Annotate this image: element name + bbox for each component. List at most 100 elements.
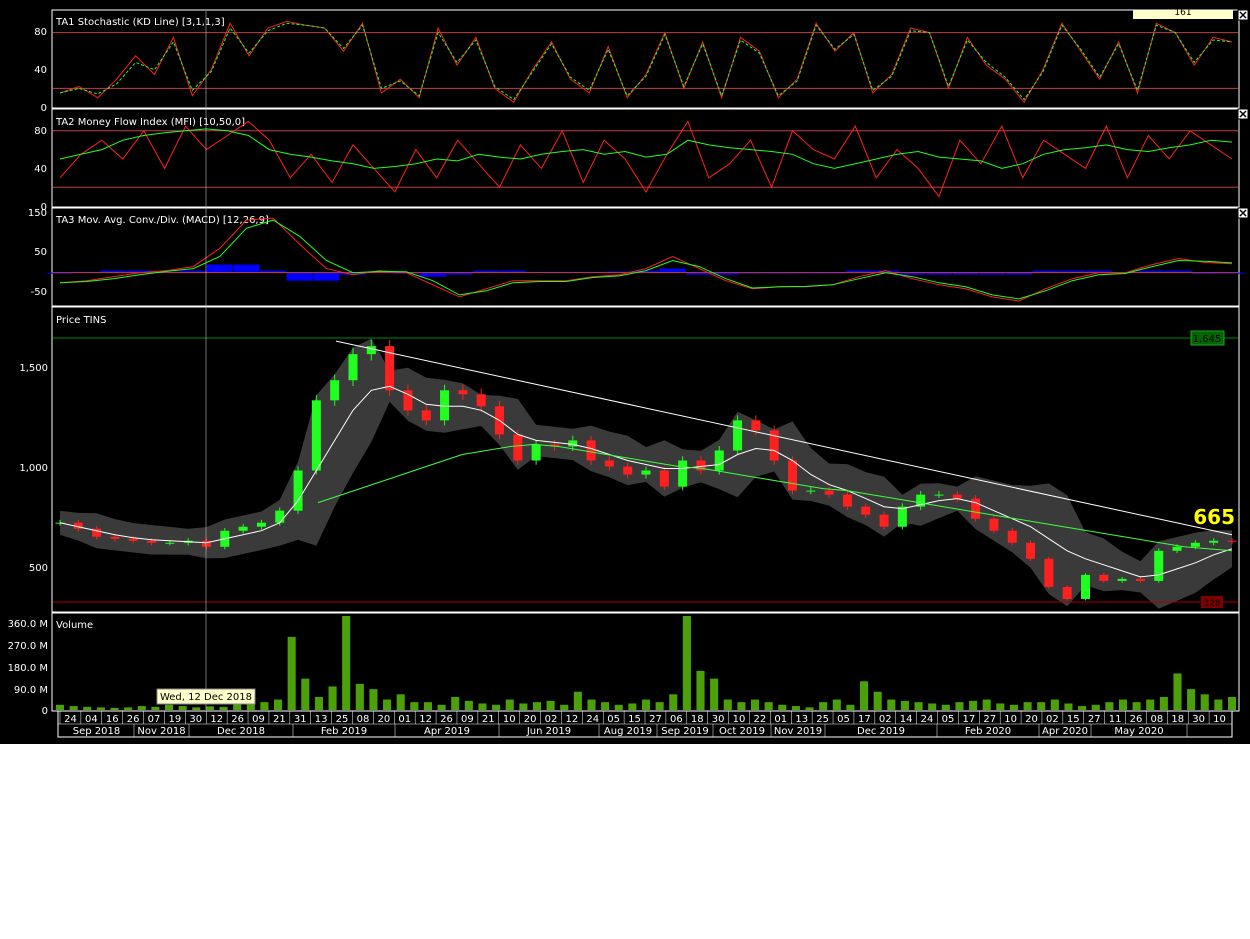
x-tick-day: 17: [858, 714, 871, 725]
volume-bar: [546, 700, 555, 710]
volume-bar: [478, 703, 487, 710]
volume-bar: [314, 696, 323, 710]
macd-histogram-bar: [419, 272, 446, 277]
candle-body: [330, 380, 340, 401]
y-tick: 1,000: [19, 463, 48, 474]
candle-body: [842, 494, 852, 507]
volume-bar: [383, 699, 392, 710]
volume-bar: [1227, 696, 1237, 710]
volume-bar: [710, 678, 719, 710]
price-title: Price TINS: [56, 315, 106, 326]
volume-bar: [641, 699, 651, 710]
volume-bar: [69, 706, 78, 710]
volume-bar: [791, 706, 800, 710]
x-tick-day: 30: [712, 714, 725, 725]
mfi-title: TA2 Money Flow Index (MFI) [10,50,0]: [55, 117, 245, 128]
candle-body: [1135, 578, 1145, 581]
candle-body: [256, 522, 266, 527]
volume-bar: [396, 694, 405, 710]
chart-frame: TA1 Stochastic (KD Line) [3,1,1,3] TA2 M…: [0, 0, 1250, 744]
x-tick-day: 02: [879, 714, 892, 725]
close-icon[interactable]: [1237, 108, 1249, 120]
x-tick-day: 26: [440, 714, 453, 725]
x-tick-day: 12: [419, 714, 432, 725]
x-tick-day: 27: [649, 714, 662, 725]
x-tick-day: 12: [566, 714, 579, 725]
volume-bar: [1009, 704, 1018, 710]
close-icon[interactable]: [1237, 207, 1249, 219]
volume-bar: [614, 704, 623, 710]
candle-body: [989, 518, 999, 531]
x-tick-day: 20: [524, 714, 537, 725]
volume-bar: [124, 707, 133, 710]
volume-bar: [860, 681, 869, 710]
candle-body: [1026, 542, 1036, 559]
volume-bar: [96, 707, 105, 710]
x-tick-day: 18: [1171, 714, 1184, 725]
volume-bar: [805, 707, 814, 710]
x-tick-day: 08: [1151, 714, 1164, 725]
candle-body: [1117, 578, 1127, 581]
candle-body: [604, 460, 614, 467]
x-tick-month: Sep 2019: [661, 726, 708, 737]
candle-body: [714, 450, 724, 471]
y-tick: 500: [29, 563, 48, 574]
x-tick-day: 06: [670, 714, 683, 725]
volume-bar: [464, 700, 473, 710]
candle-body: [659, 470, 669, 487]
volume-bar: [928, 703, 937, 710]
x-tick-day: 20: [377, 714, 390, 725]
candle-body: [678, 460, 688, 487]
x-tick-day: 09: [461, 714, 474, 725]
x-tick-day: 11: [1109, 714, 1122, 725]
volume-bar: [941, 704, 950, 710]
x-tick-day: 18: [691, 714, 704, 725]
x-tick-month: Dec 2018: [217, 726, 265, 737]
macd-histogram-bar: [286, 272, 313, 281]
x-tick-day: 05: [837, 714, 850, 725]
volume-bar: [137, 706, 146, 710]
candle-body: [275, 510, 285, 523]
y-tick: -50: [31, 287, 47, 298]
volume-bar: [696, 670, 705, 710]
x-tick-day: 30: [1192, 714, 1205, 725]
volume-bar: [287, 636, 296, 710]
volume-bar: [369, 689, 378, 710]
x-tick-day: 24: [64, 714, 77, 725]
x-tick-day: 10: [733, 714, 746, 725]
volume-bar: [873, 691, 882, 710]
volume-bar: [1091, 704, 1100, 710]
volume-bar: [887, 699, 896, 710]
volume-bar: [110, 707, 119, 710]
candle-body: [513, 434, 523, 461]
x-tick-day: 17: [962, 714, 975, 725]
high-marker: 1,645: [1193, 334, 1222, 345]
candle-body: [751, 420, 761, 431]
volume-bar: [1214, 699, 1223, 710]
volume-bar: [492, 704, 501, 710]
y-tick: 90.0 M: [14, 685, 48, 696]
last-price: 665: [1193, 505, 1235, 529]
x-tick-day: 14: [900, 714, 913, 725]
x-tick-day: 01: [398, 714, 411, 725]
close-icon[interactable]: [1237, 9, 1249, 21]
x-tick-month: Nov 2019: [774, 726, 822, 737]
volume-bar: [982, 699, 991, 710]
volume-bar: [1118, 699, 1128, 710]
macd-title: TA3 Mov. Avg. Conv./Div. (MACD) [12,26,9…: [55, 215, 269, 226]
candle-body: [1154, 550, 1164, 581]
candle-body: [1080, 574, 1091, 599]
volume-bar: [832, 699, 841, 710]
candle-body: [952, 494, 962, 499]
x-tick-day: 19: [169, 714, 182, 725]
volume-bar: [355, 683, 364, 710]
volume-bar: [1037, 702, 1046, 710]
x-tick-day: 02: [1046, 714, 1059, 725]
price-y-axis: 1,500 1,000 500: [19, 363, 48, 574]
volume-bar: [955, 702, 964, 710]
x-tick-day: 09: [252, 714, 265, 725]
volume-bar: [1187, 689, 1196, 710]
y-tick: 80: [34, 126, 47, 137]
x-tick-month: Feb 2020: [965, 726, 1011, 737]
x-tick-month: Aug 2019: [604, 726, 652, 737]
